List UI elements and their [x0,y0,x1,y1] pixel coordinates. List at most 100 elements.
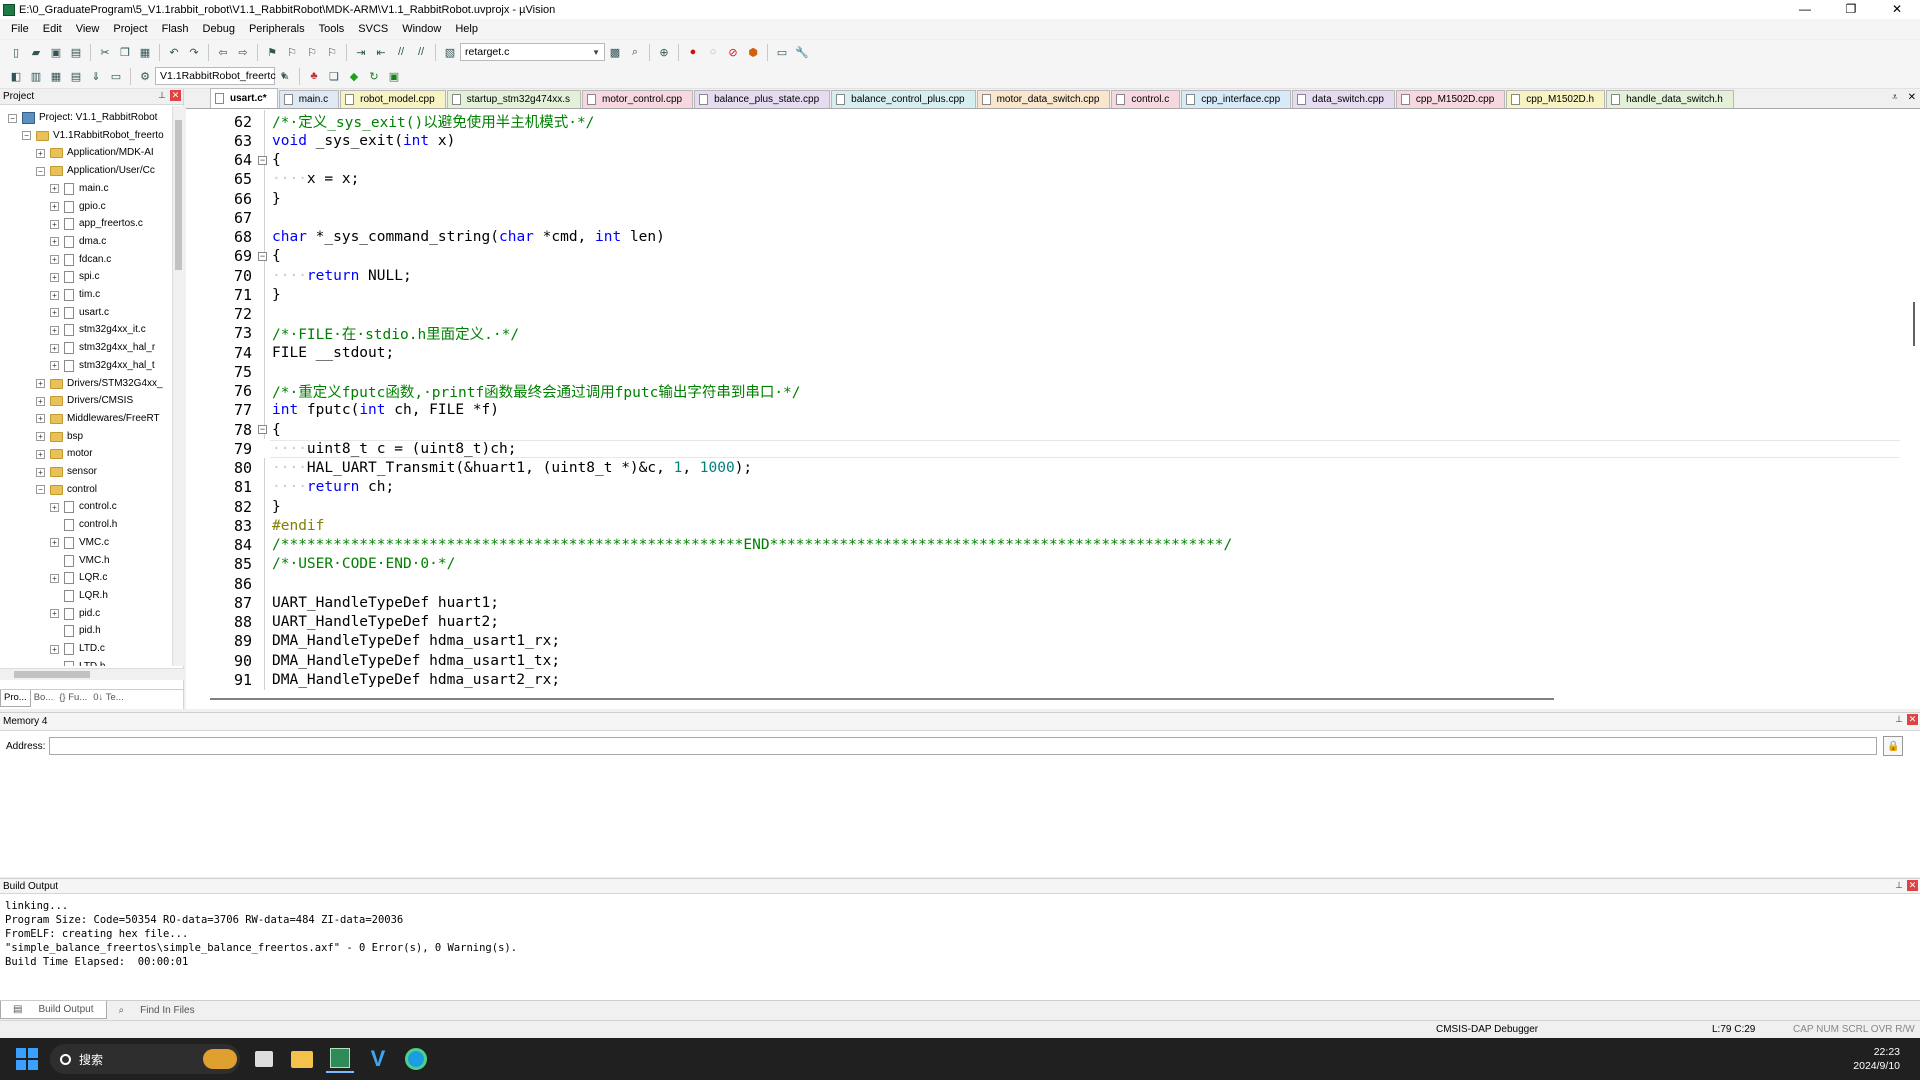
code-line[interactable]: 82} [186,497,1908,516]
scrollbar-thumb[interactable] [14,671,90,678]
expand-icon[interactable]: + [50,308,59,318]
tree-file-item[interactable]: + stm32g4xx_hal_t [50,358,155,374]
code-line[interactable]: 66} [186,189,1908,208]
fold-marker[interactable]: − [256,420,270,439]
editor-tab[interactable]: usart.c* [210,88,278,108]
code-line[interactable]: 84 /*************************************… [186,536,1908,555]
code-line[interactable]: 67 [186,208,1908,227]
tree-file-item[interactable]: LTD.h [50,659,106,666]
task-view-icon[interactable] [250,1045,278,1073]
code-line[interactable]: 83 #endif [186,516,1908,535]
expand-icon[interactable]: + [50,538,59,548]
select-packs-icon[interactable]: ◆ [345,67,363,85]
expand-icon[interactable]: + [50,184,59,194]
editor-tab[interactable]: startup_stm32g474xx.s [446,90,582,108]
edge-browser-icon[interactable] [402,1045,430,1073]
code-line[interactable]: 91 DMA_HandleTypeDef hdma_usart2_rx; [186,670,1908,689]
code-line[interactable]: 64−{ [186,151,1908,170]
tree-file-item[interactable]: + tim.c [50,287,100,303]
editor-tab[interactable]: main.c [278,90,340,108]
tree-file-item[interactable]: + usart.c [50,305,109,321]
bookmark-icon[interactable]: ⚑ [263,43,281,61]
menu-file[interactable]: File [4,23,36,35]
disable-breakpoint-icon[interactable]: ○ [704,43,722,61]
code-line[interactable]: 65 ····x = x; [186,170,1908,189]
code-area[interactable]: 62 /*·定义_sys_exit()以避免使用半主机模式·*/ 63 void _s… [186,110,1920,690]
minimize-button[interactable]: — [1782,0,1828,19]
tree-folder-item[interactable]: + motor [36,446,93,462]
editor-tab[interactable]: cpp_M1502D.cpp [1395,90,1506,108]
taskbar-clock[interactable]: 22:23 2024/9/10 [1853,1045,1900,1073]
windows-start-icon[interactable] [16,1048,38,1070]
tree-folder-item[interactable]: − control [36,482,97,498]
find-in-files-icon[interactable]: ▧ [441,43,459,61]
uvision-taskbar-icon[interactable] [326,1045,354,1073]
expand-icon[interactable]: + [50,609,59,619]
tree-file-item[interactable]: + pid.c [50,606,100,622]
translate-icon[interactable]: ◧ [7,67,25,85]
open-folder-icon[interactable]: ▰ [27,43,45,61]
close-tab-icon[interactable]: ✕ [1908,92,1916,103]
editor-hscrollbar[interactable] [210,695,1920,703]
unindent-icon[interactable]: ⇤ [372,43,390,61]
code-line[interactable]: 74 FILE __stdout; [186,343,1908,362]
code-line[interactable]: 90 DMA_HandleTypeDef hdma_usart1_tx; [186,651,1908,670]
cut-icon[interactable]: ✂ [96,43,114,61]
expand-icon[interactable]: + [36,449,45,459]
code-line[interactable]: 86 [186,574,1908,593]
tree-file-item[interactable]: + main.c [50,181,108,197]
expand-icon[interactable]: + [50,325,59,335]
collapse-icon[interactable]: − [258,155,267,165]
indent-icon[interactable]: ⇥ [352,43,370,61]
fold-marker[interactable]: − [256,151,270,170]
menu-flash[interactable]: Flash [155,23,196,35]
menu-help[interactable]: Help [448,23,485,35]
code-line[interactable]: 85 /*·USER·CODE·END·0·*/ [186,555,1908,574]
stop-build-icon[interactable]: ▭ [107,67,125,85]
project-panel-tab[interactable]: Pro... [0,690,31,707]
collapse-icon[interactable]: − [258,425,267,434]
tree-file-item[interactable]: + VMC.c [50,535,109,551]
paste-icon[interactable]: ▦ [136,43,154,61]
pin-icon[interactable]: ⊥ [158,90,166,101]
tree-folder-item[interactable]: + Application/MDK-AI [36,145,154,161]
file-extensions-icon[interactable]: ❏ [325,67,343,85]
uncomment-icon[interactable]: // [412,43,430,61]
code-line[interactable]: 76 /*·重定义fputc函数,·printf函数最终会通过调用fputc输出字… [186,382,1908,401]
menu-svcs[interactable]: SVCS [351,23,395,35]
code-line[interactable]: 87 UART_HandleTypeDef huart1; [186,593,1908,612]
close-icon[interactable]: ✕ [1907,714,1918,725]
menu-project[interactable]: Project [106,23,154,35]
code-line[interactable]: 80 ····HAL_UART_Transmit(&huart1, (uint8_… [186,459,1908,478]
tree-folder-item[interactable]: − V1.1RabbitRobot_freerto [22,128,164,144]
save-icon[interactable]: ▣ [47,43,65,61]
collapse-icon[interactable]: − [258,251,267,261]
editor-tab[interactable]: balance_plus_state.cpp [694,90,831,108]
code-line[interactable]: 71} [186,285,1908,304]
expand-icon[interactable]: + [50,290,59,300]
editor-tab[interactable]: balance_control_plus.cpp [831,90,976,108]
build-icon[interactable]: ▥ [27,67,45,85]
new-file-icon[interactable]: ▯ [7,43,25,61]
code-line[interactable]: 73 /*·FILE·在·stdio.h里面定义.·*/ [186,324,1908,343]
tree-file-item[interactable]: pid.h [50,623,101,639]
editor-tab[interactable]: motor_control.cpp [582,90,694,108]
expand-icon[interactable]: + [50,237,59,247]
expand-icon[interactable]: + [50,644,59,654]
run-time-environment-icon[interactable]: ▣ [385,67,403,85]
editor-tab[interactable]: motor_data_switch.cpp [976,90,1111,108]
target-options-icon[interactable]: ⚙ [136,67,154,85]
code-line-current[interactable]: 79 ····uint8_t c = (uint8_t)ch; [186,439,1908,459]
scrollbar-thumb[interactable] [175,120,182,270]
expand-icon[interactable]: + [36,379,45,388]
tree-folder-item[interactable]: + bsp [36,429,83,445]
tree-file-item[interactable]: + LQR.c [50,570,107,586]
tree-file-item[interactable]: + gpio.c [50,199,106,215]
menu-edit[interactable]: Edit [36,23,69,35]
copy-icon[interactable]: ❐ [116,43,134,61]
code-line[interactable]: 89 DMA_HandleTypeDef hdma_usart1_rx; [186,632,1908,651]
pack-installer-icon[interactable]: ↻ [365,67,383,85]
nav-forward-icon[interactable]: ⇨ [234,43,252,61]
incremental-find-icon[interactable]: ▩ [606,43,624,61]
tree-folder-item[interactable]: + Drivers/STM32G4xx_ [36,376,163,392]
